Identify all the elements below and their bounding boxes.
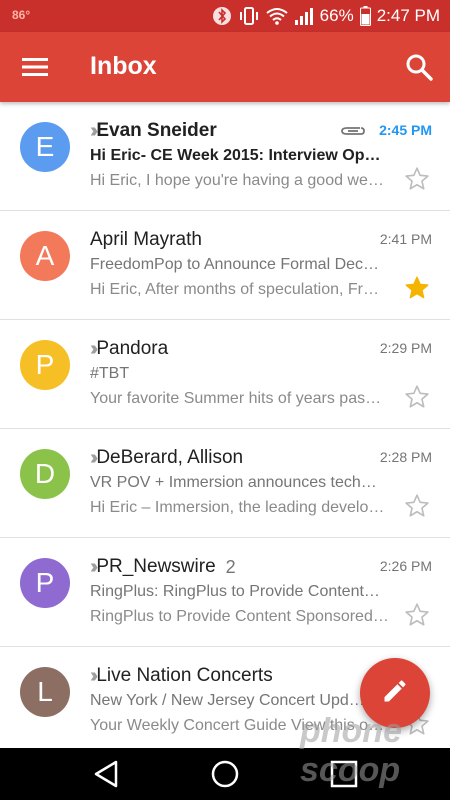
avatar[interactable]: P xyxy=(20,558,70,608)
avatar-initial: P xyxy=(35,567,55,598)
email-snippet: Your Weekly Concert Guide View this o… xyxy=(90,717,385,734)
battery-icon xyxy=(359,6,371,26)
compose-button[interactable] xyxy=(360,658,430,728)
email-subject: #TBT xyxy=(90,365,130,382)
wifi-icon xyxy=(266,7,288,25)
star-icon[interactable] xyxy=(404,384,430,410)
email-time: 2:45 PM xyxy=(379,122,432,138)
email-list[interactable]: E ›› Evan Sneider 2:45 PM Hi Eric- CE Week… xyxy=(0,102,450,748)
avatar[interactable]: A xyxy=(20,231,70,281)
temperature-label: 86° xyxy=(12,8,31,22)
sender-name: April Mayrath xyxy=(90,229,202,250)
search-icon[interactable] xyxy=(404,52,434,82)
important-marker-icon: ›› xyxy=(90,446,99,469)
email-time: 2:41 PM xyxy=(379,231,432,247)
email-subject: VR POV + Immersion announces tech… xyxy=(90,474,377,491)
back-icon[interactable] xyxy=(88,758,128,790)
email-snippet: Hi Eric – Immersion, the leading develo… xyxy=(90,499,385,516)
email-snippet: Your favorite Summer hits of years pas… xyxy=(90,390,382,407)
email-time: 2:29 PM xyxy=(379,340,432,356)
home-icon[interactable] xyxy=(205,758,245,790)
page-title: Inbox xyxy=(90,52,157,80)
email-subject: RingPlus: RingPlus to Provide Content… xyxy=(90,583,380,600)
signal-icon xyxy=(294,7,314,25)
email-time: 2:26 PM xyxy=(379,558,432,574)
sender-name: Pandora xyxy=(96,338,169,359)
avatar-initial: A xyxy=(35,240,55,271)
battery-percent: 66% xyxy=(319,6,354,25)
vibrate-icon xyxy=(238,6,260,26)
avatar-initial: L xyxy=(37,676,53,707)
avatar-initial: E xyxy=(35,131,55,162)
important-marker-icon: ›› xyxy=(90,119,99,142)
bluetooth-icon xyxy=(212,6,232,26)
important-marker-icon: ›› xyxy=(90,337,99,360)
hamburger-menu-icon[interactable] xyxy=(18,53,52,81)
email-row[interactable]: D ›› DeBerard, Allison 2:28 PM VR POV + Im… xyxy=(0,429,450,538)
attachment-icon xyxy=(340,124,366,138)
status-bar: 86° 66% 2:47 PM xyxy=(0,0,450,32)
email-snippet: Hi Eric, After months of speculation, Fr… xyxy=(90,281,379,298)
avatar[interactable]: D xyxy=(20,449,70,499)
sender-name: Evan Sneider xyxy=(96,120,217,141)
avatar[interactable]: E xyxy=(20,122,70,172)
star-filled-icon[interactable] xyxy=(404,275,430,301)
avatar[interactable]: P xyxy=(20,340,70,390)
sender-name: DeBerard, Allison xyxy=(96,447,244,468)
email-subject: Hi Eric- CE Week 2015: Interview Op… xyxy=(90,147,381,164)
email-snippet: Hi Eric, I hope you're having a good we… xyxy=(90,172,384,189)
status-icons: 66% 2:47 PM xyxy=(212,0,440,32)
sender-name: PR_Newswire xyxy=(96,556,216,577)
star-icon[interactable] xyxy=(404,493,430,519)
navigation-bar xyxy=(0,748,450,800)
thread-count: 2 xyxy=(225,556,236,577)
app-bar: Inbox xyxy=(0,32,450,102)
avatar-initial: D xyxy=(34,458,56,489)
avatar-initial: P xyxy=(35,349,55,380)
avatar[interactable]: L xyxy=(20,667,70,717)
star-icon[interactable] xyxy=(404,166,430,192)
important-marker-icon: ›› xyxy=(90,664,99,687)
clock: 2:47 PM xyxy=(376,6,440,25)
email-row[interactable]: A April Mayrath 2:41 PM FreedomPop to Ann… xyxy=(0,211,450,320)
sender-name: Live Nation Concerts xyxy=(96,665,273,686)
email-snippet: RingPlus to Provide Content Sponsored… xyxy=(90,608,389,625)
email-time: 2:28 PM xyxy=(379,449,432,465)
email-subject: New York / New Jersey Concert Upd… xyxy=(90,692,365,709)
recents-icon[interactable] xyxy=(323,758,363,790)
important-marker-icon: ›› xyxy=(90,555,99,578)
star-icon[interactable] xyxy=(404,602,430,628)
email-row[interactable]: E ›› Evan Sneider 2:45 PM Hi Eric- CE Week… xyxy=(0,102,450,211)
email-subject: FreedomPop to Announce Formal Dec… xyxy=(90,256,380,273)
email-row[interactable]: P ›› PR_Newswire 2 2:26 PM RingPlus: RingPl… xyxy=(0,538,450,647)
email-row[interactable]: P ›› Pandora 2:29 PM #TBT Your favorite Su… xyxy=(0,320,450,429)
pencil-compose-icon xyxy=(381,677,409,710)
